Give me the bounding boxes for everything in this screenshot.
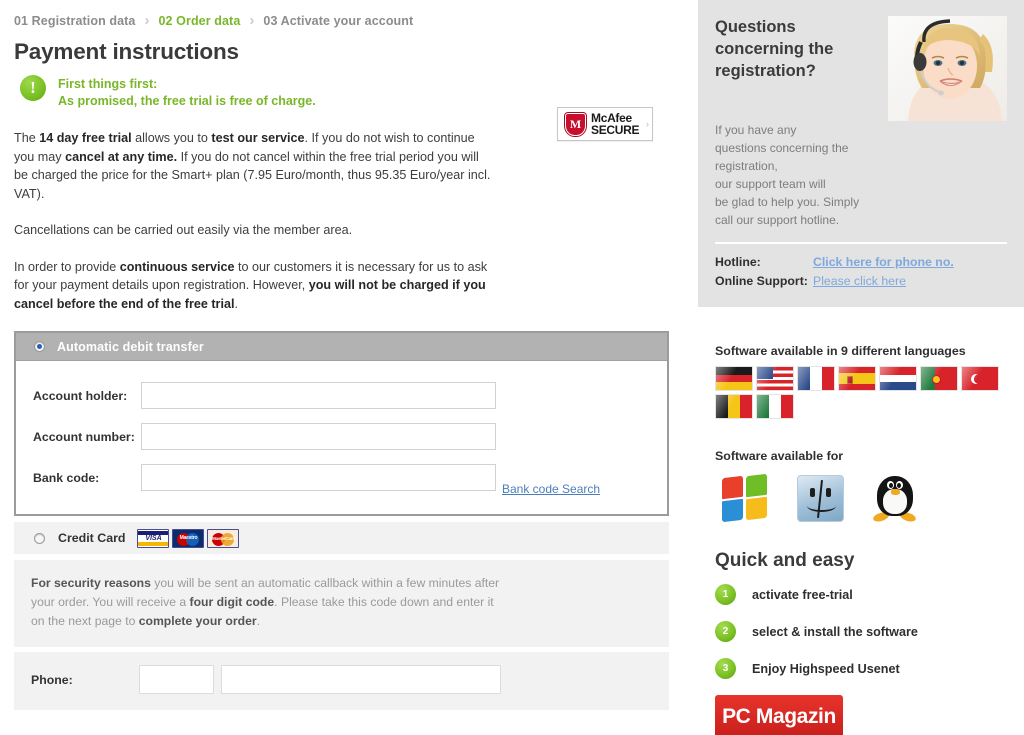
exclamation-glyph: ! xyxy=(30,78,36,97)
mastercard-logo: MasterCard xyxy=(207,528,240,548)
turkey-flag[interactable] xyxy=(961,366,999,391)
debit-transfer-radio[interactable] xyxy=(34,341,45,352)
debit-field-list: Account holder: Account number: Bank cod… xyxy=(16,361,667,514)
mac-finder-icon xyxy=(797,475,844,522)
breadcrumb-step-3[interactable]: 03 Activate your account xyxy=(263,14,413,28)
bank-code-label: Bank code: xyxy=(33,470,100,485)
linux-tux-icon xyxy=(872,474,918,524)
languages-heading: Software available in 9 different langua… xyxy=(715,344,966,358)
italy-flag[interactable] xyxy=(756,394,794,419)
account-number-input[interactable] xyxy=(141,423,496,450)
breadcrumb-step-2[interactable]: 02 Order data xyxy=(158,14,240,28)
quick-step-item: 1 activate free-trial xyxy=(715,584,1007,605)
credit-card-radio[interactable] xyxy=(34,532,45,544)
payment-instructions-page: 01 Registration data › 02 Order data › 0… xyxy=(0,0,1024,735)
online-support-label: Online Support: xyxy=(715,274,808,288)
terms-paragraph-3: In order to provide continuous service t… xyxy=(14,259,488,311)
alert-line-1: First things first: xyxy=(58,77,158,91)
hotline-link[interactable]: Click here for phone no. xyxy=(813,255,954,269)
online-support-row: Online Support: Please click here xyxy=(715,274,1007,288)
hotline-row: Hotline: Click here for phone no. xyxy=(715,255,1007,269)
debit-transfer-label: Automatic debit transfer xyxy=(57,339,204,354)
account-number-label: Account number: xyxy=(33,429,135,444)
step-label: Enjoy Highspeed Usenet xyxy=(752,661,900,676)
chevron-right-icon: › xyxy=(249,12,255,29)
pc-magazin-badge: PC Magazin xyxy=(715,695,843,735)
step-label: select & install the software xyxy=(752,624,918,639)
breadcrumb: 01 Registration data › 02 Order data › 0… xyxy=(14,0,674,28)
maestro-logo: Maestro xyxy=(172,528,205,548)
bank-code-input[interactable] xyxy=(141,464,496,491)
sidebar: Questions concerning the registration? I… xyxy=(698,0,1024,735)
phone-area-code-input[interactable] xyxy=(139,665,214,694)
account-number-row: Account number: xyxy=(16,416,667,457)
mcafee-shield-icon: M xyxy=(565,112,586,136)
support-panel: Questions concerning the registration? I… xyxy=(698,0,1024,307)
exclamation-circle-icon: ! xyxy=(20,75,46,101)
chevron-right-icon: › xyxy=(646,119,649,129)
platforms-section: Software available for xyxy=(698,449,1024,524)
terms-paragraph-1: The 14 day free trial allows you to test… xyxy=(14,131,491,201)
support-contact-rows: Hotline: Click here for phone no. Online… xyxy=(715,255,1007,288)
phone-number-input[interactable] xyxy=(221,665,501,694)
quick-step-item: 2 select & install the software xyxy=(715,621,1007,642)
hotline-label: Hotline: xyxy=(715,255,761,269)
portugal-flag[interactable] xyxy=(920,366,958,391)
france-flag[interactable] xyxy=(797,366,835,391)
windows-icon xyxy=(721,473,769,523)
usa-flag[interactable] xyxy=(756,366,794,391)
step-number-badge: 2 xyxy=(715,621,736,642)
alert-line-2: As promised, the free trial is free of c… xyxy=(58,94,316,108)
bank-code-search-link[interactable]: Bank code Search xyxy=(502,482,600,498)
germany-flag[interactable] xyxy=(715,366,753,391)
languages-section: Software available in 9 different langua… xyxy=(698,344,1024,419)
page-title: Payment instructions xyxy=(14,39,239,64)
step-number-badge: 3 xyxy=(715,658,736,679)
divider xyxy=(715,242,1007,244)
payment-terms-copy: The 14 day free trial allows you to test… xyxy=(14,129,492,313)
support-panel-title: Questions concerning the registration? xyxy=(715,18,834,80)
visa-logo: VISA xyxy=(137,528,170,548)
language-flag-list xyxy=(715,366,1015,419)
online-support-link[interactable]: Please click here xyxy=(813,274,906,288)
phone-field-row: Phone: xyxy=(14,652,669,710)
credit-card-logos: VISA Maestro MasterCard xyxy=(137,528,240,548)
credit-card-label: Credit Card xyxy=(58,531,126,545)
spain-flag[interactable] xyxy=(838,366,876,391)
step-label: activate free-trial xyxy=(752,587,853,602)
account-holder-label: Account holder: xyxy=(33,388,128,403)
support-agent-headset-photo xyxy=(888,16,1007,121)
bank-code-row: Bank code: Bank code Search xyxy=(16,457,667,498)
step-number-badge: 1 xyxy=(715,584,736,605)
free-trial-notice: ! First things first: As promised, the f… xyxy=(14,75,674,110)
phone-label: Phone: xyxy=(31,672,73,687)
account-holder-row: Account holder: xyxy=(16,375,667,416)
quick-step-item: 3 Enjoy Highspeed Usenet xyxy=(715,658,1007,679)
belgium-flag[interactable] xyxy=(715,394,753,419)
mcafee-line-2: SECURE xyxy=(591,123,640,137)
support-panel-body: If you have any questions concerning the… xyxy=(715,123,860,227)
chevron-right-icon: › xyxy=(144,12,150,29)
quick-and-easy-title: Quick and easy xyxy=(715,550,855,571)
credit-card-option-row[interactable]: Credit Card VISA Maestro MasterCard xyxy=(14,522,669,554)
breadcrumb-step-1[interactable]: 01 Registration data xyxy=(14,14,135,28)
automatic-debit-transfer-panel: Automatic debit transfer Account holder:… xyxy=(14,331,669,516)
debit-transfer-option-row[interactable]: Automatic debit transfer xyxy=(16,333,667,361)
security-callback-notice: For security reasons you will be sent an… xyxy=(14,560,669,647)
terms-paragraph-2: Cancellations can be carried out easily … xyxy=(14,223,353,237)
quick-steps-list: 1 activate free-trial 2 select & install… xyxy=(715,584,1007,679)
platform-icon-list xyxy=(715,473,1007,524)
mcafee-secure-badge[interactable]: M McAfee SECURE › xyxy=(557,107,653,141)
platforms-heading: Software available for xyxy=(715,449,844,463)
account-holder-input[interactable] xyxy=(141,382,496,409)
netherlands-flag[interactable] xyxy=(879,366,917,391)
quick-and-easy-section: Quick and easy 1 activate free-trial 2 s… xyxy=(698,550,1024,679)
